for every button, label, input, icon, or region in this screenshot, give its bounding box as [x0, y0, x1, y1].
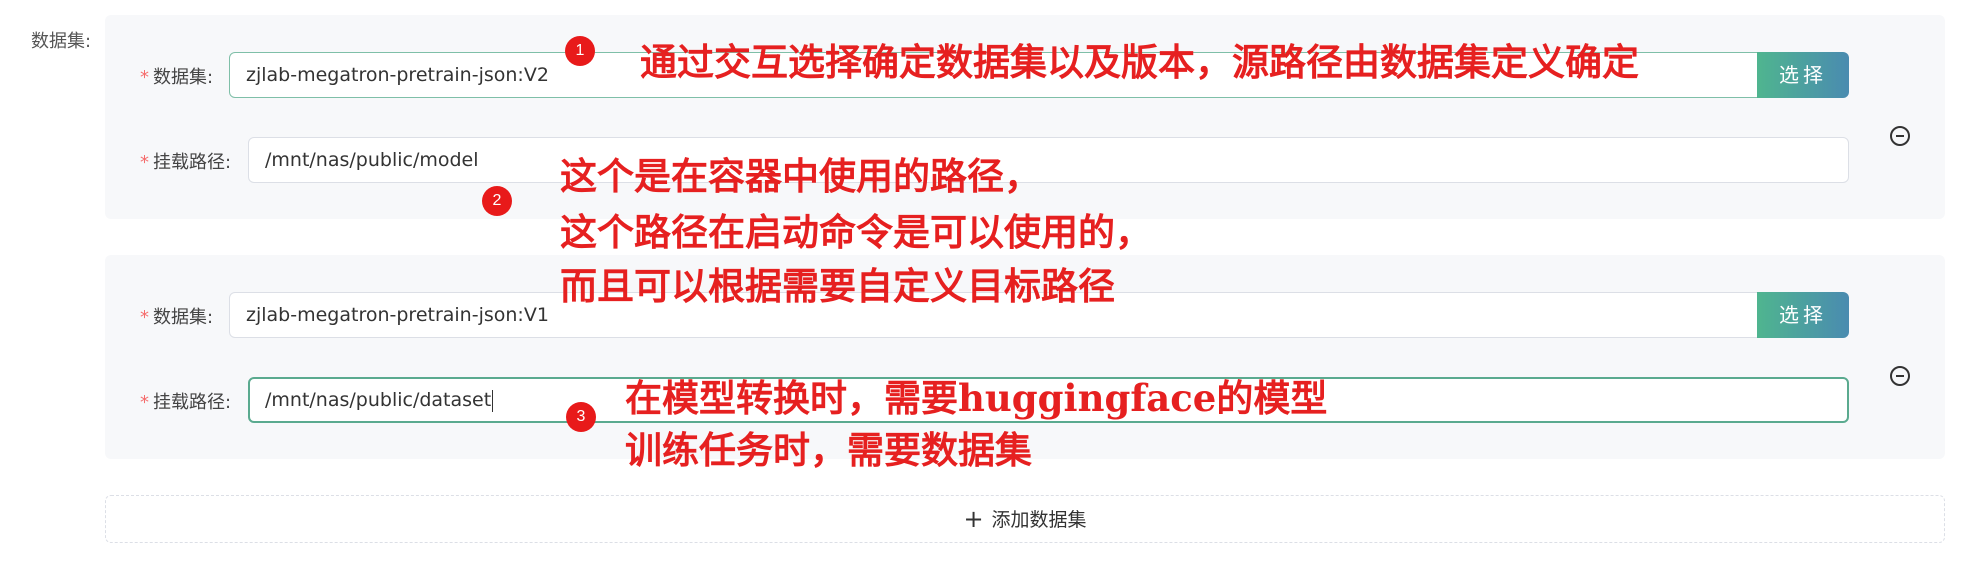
text-caret — [492, 389, 494, 412]
select-button[interactable]: 选择 — [1757, 52, 1849, 98]
mount-path-input[interactable]: /mnt/nas/public/model — [248, 137, 1849, 183]
annotation-note-3-line2: 训练任务时，需要数据集 — [625, 428, 1032, 472]
annotation-note-1: 通过交互选择确定数据集以及版本，源路径由数据集定义确定 — [640, 40, 1639, 84]
add-dataset-label: 添加数据集 — [991, 509, 1087, 531]
annotation-note-3-line1: 在模型转换时，需要huggingface的模型 — [625, 376, 1328, 420]
section-label: 数据集: — [31, 31, 92, 52]
minus-circle-icon[interactable] — [1890, 126, 1910, 146]
annotation-note-2-line1: 这个是在容器中使用的路径， — [560, 154, 1041, 198]
mount-path-label: * 挂载路径: — [140, 392, 232, 413]
annotation-badge-3: 3 — [566, 402, 596, 432]
required-mark: * — [140, 152, 149, 173]
annotation-note-2-line3: 而且可以根据需要自定义目标路径 — [560, 264, 1115, 308]
plus-icon: + — [963, 505, 984, 533]
mount-path-value: /mnt/nas/public/dataset — [265, 389, 492, 411]
mount-path-label: * 挂载路径: — [140, 152, 232, 173]
annotation-badge-2: 2 — [482, 186, 512, 216]
add-dataset-button[interactable]: + 添加数据集 — [105, 495, 1945, 543]
required-mark: * — [140, 392, 149, 413]
required-mark: * — [140, 307, 149, 328]
required-mark: * — [140, 67, 149, 88]
mount-path-value: /mnt/nas/public/model — [265, 149, 479, 171]
dataset-value: zjlab-megatron-pretrain-json:V1 — [246, 304, 549, 326]
annotation-note-2-line2: 这个路径在启动命令是可以使用的， — [560, 210, 1152, 254]
minus-circle-icon[interactable] — [1890, 366, 1910, 386]
dataset-field-label: * 数据集: — [140, 67, 214, 88]
dataset-field-label: * 数据集: — [140, 307, 214, 328]
select-button[interactable]: 选择 — [1757, 292, 1849, 338]
dataset-value: zjlab-megatron-pretrain-json:V2 — [246, 64, 549, 86]
annotation-badge-1: 1 — [565, 36, 595, 66]
